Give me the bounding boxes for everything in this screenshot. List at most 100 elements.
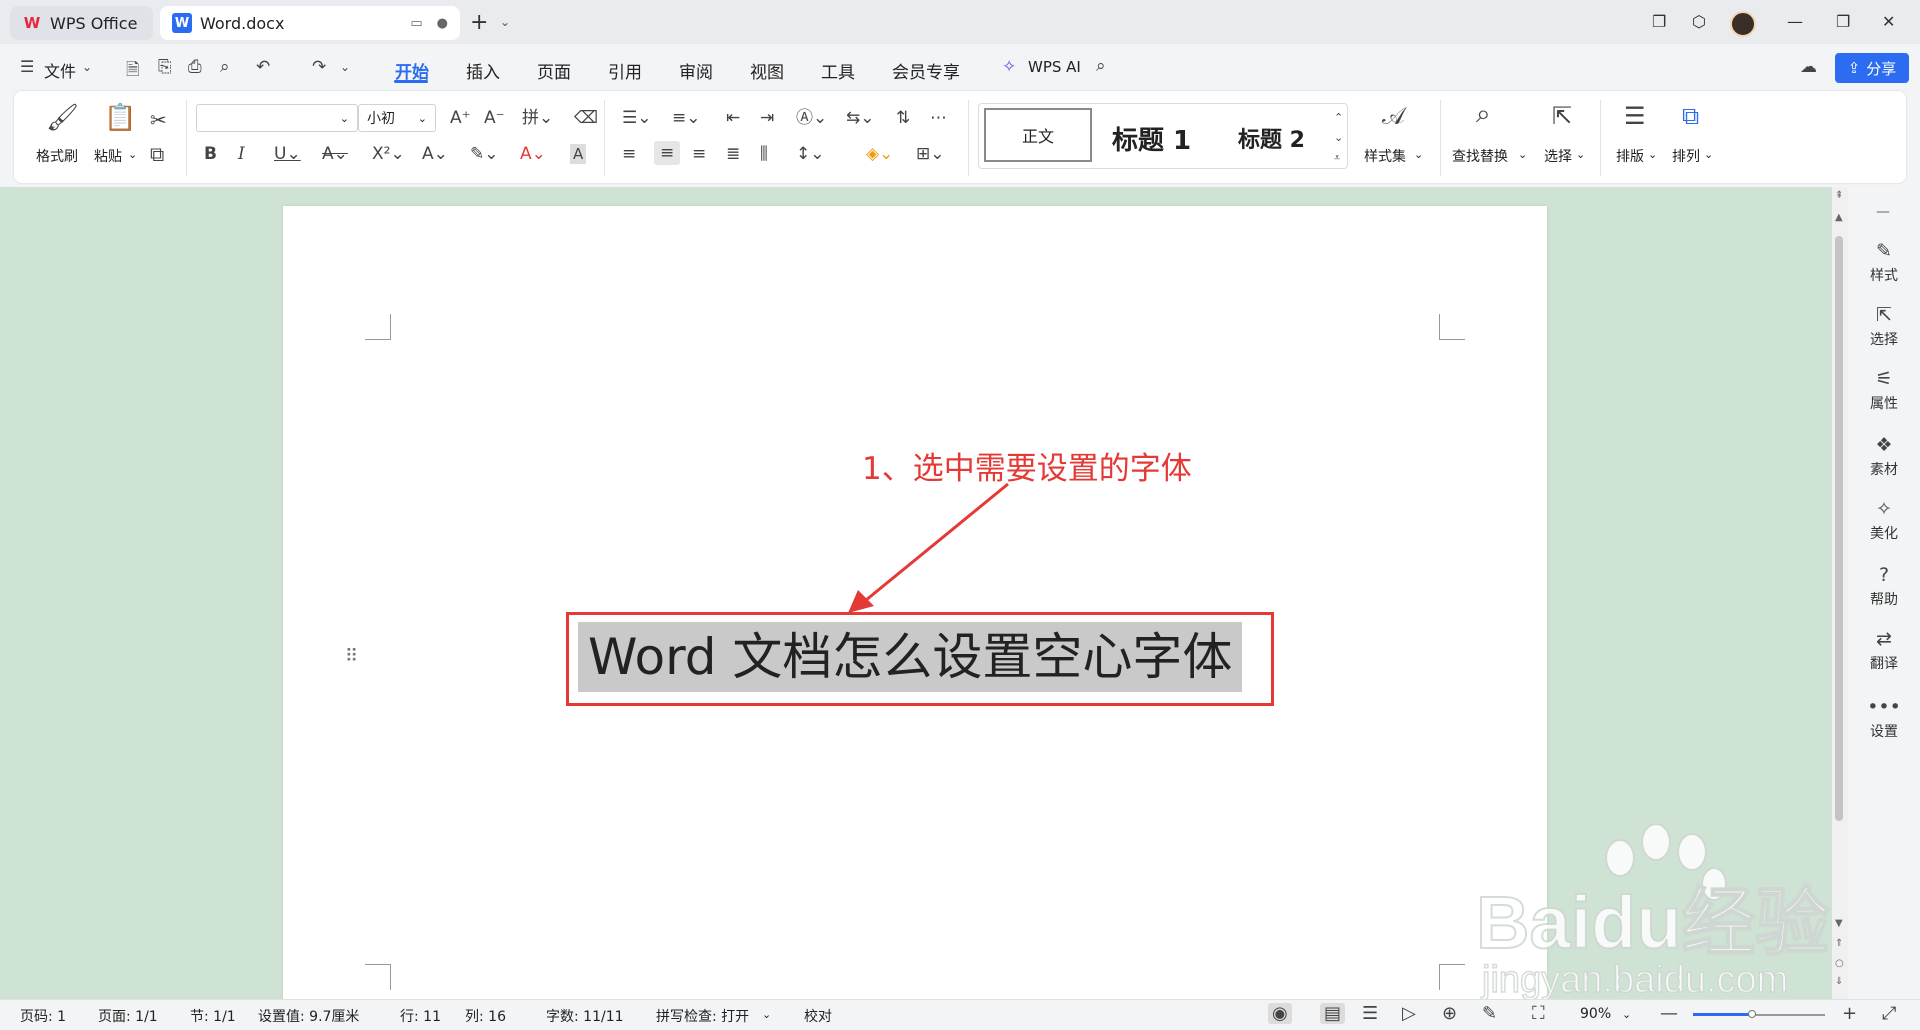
paste-chevron-icon[interactable]: ⌄ [128,148,137,161]
copy-icon[interactable]: ⧉ [150,144,164,164]
highlight-icon[interactable]: ✎⌄ [470,144,499,164]
print-preview-icon[interactable]: ⌕ [220,57,230,77]
menu-review[interactable]: 审阅 [679,58,713,83]
menu-membership[interactable]: 会员专享 [892,58,960,83]
panel-select[interactable]: ⇱ 选择 [1848,304,1920,349]
add-tab-icon[interactable]: + [470,12,488,34]
menu-insert[interactable]: 插入 [466,58,500,83]
paste-label[interactable]: 粘贴 [94,146,122,166]
browse-object-icon[interactable]: ○ [1835,958,1844,969]
style-normal[interactable]: 正文 [984,108,1092,162]
collapse-panel-icon[interactable]: — [1876,204,1890,220]
show-marks-icon[interactable]: ⋯ [930,108,947,128]
selected-document-text[interactable]: Word 文档怎么设置空心字体 [578,622,1243,692]
search-icon[interactable]: ⌕ [1096,56,1106,76]
export-icon[interactable]: ⎘ [158,57,172,77]
share-button[interactable]: ⇪ 分享 [1835,53,1909,83]
shrink-font-icon[interactable]: A⁻ [484,108,505,128]
format-painter-icon[interactable]: 🖌 [46,105,79,131]
customize-chevron-icon[interactable]: ⌄ [340,60,350,74]
bold-icon[interactable]: B [204,144,217,164]
paragraph-drag-handle-icon[interactable]: ⠿ [345,646,360,667]
find-replace-button[interactable]: 查找替换 [1452,146,1508,166]
wps-ai-button[interactable]: WPS AI [1028,58,1081,76]
bullet-list-icon[interactable]: ☰⌄ [622,108,651,128]
line-spacing-icon[interactable]: ↕⌄ [796,144,825,164]
menu-page[interactable]: 页面 [537,58,571,83]
superscript-icon[interactable]: X²⌄ [372,144,405,164]
close-icon[interactable]: ✕ [1882,12,1895,31]
panel-settings[interactable]: ••• 设置 [1848,696,1920,741]
redo-icon[interactable]: ↷ [312,57,326,77]
avatar[interactable] [1730,11,1756,37]
numbered-list-icon[interactable]: ≡⌄ [672,108,701,128]
grow-font-icon[interactable]: A⁺ [450,108,471,128]
chevron-down-icon[interactable]: ⌄ [1414,148,1423,161]
chevron-down-icon[interactable]: ⌄ [1648,148,1657,161]
panel-styles[interactable]: ✎ 样式 [1848,240,1920,285]
increase-indent-icon[interactable]: ⇥ [760,108,774,128]
status-row[interactable]: 行: 11 [400,1006,441,1026]
hamburger-icon[interactable]: ☰ [20,57,34,76]
justify-icon[interactable]: ≣ [726,144,740,164]
gallery-expand-icon[interactable]: ⩡ [1334,148,1340,168]
status-column[interactable]: 列: 16 [465,1006,506,1026]
print-icon[interactable]: ⎙ [188,57,202,77]
menu-view[interactable]: 视图 [750,58,784,83]
status-page-number[interactable]: 页码: 1 [20,1006,66,1026]
unsaved-dot-icon[interactable]: ● [437,16,448,31]
align-center-icon[interactable]: ≡ [654,141,681,165]
decrease-indent-icon[interactable]: ⇤ [726,108,740,128]
layout-button[interactable]: 排版 [1616,146,1644,166]
outline-view-icon[interactable]: ☰ [1362,1003,1378,1024]
strikethrough-icon[interactable]: A⌄ [322,144,348,164]
fit-window-icon[interactable]: ⛶ [1532,1003,1545,1024]
select-button[interactable]: 选择 [1544,146,1572,166]
status-setting-value[interactable]: 设置值: 9.7厘米 [258,1006,359,1026]
status-section[interactable]: 节: 1/1 [190,1006,236,1026]
window-layout-icon[interactable]: ❐ [1652,12,1666,31]
status-proofread[interactable]: 校对 [804,1006,832,1026]
tab-wps-office[interactable]: W WPS Office [10,6,153,40]
chevron-down-icon[interactable]: ⌄ [1576,148,1585,161]
style-set-icon[interactable]: 𝒜 [1382,104,1405,128]
fullscreen-icon[interactable]: ⤢ [1882,1003,1896,1024]
chevron-down-icon[interactable]: ⌄ [82,60,92,74]
next-page-icon[interactable]: ⇓ [1835,976,1843,987]
ltr-rtl-icon[interactable]: ⇆⌄ [846,108,875,128]
align-left-icon[interactable]: ≡ [622,144,636,164]
tab-word-docx[interactable]: W Word.docx ▭ ● [160,6,460,40]
select-cursor-icon[interactable]: ⇱ [1552,104,1572,128]
web-view-icon[interactable]: ⊕ [1442,1003,1457,1024]
distributed-icon[interactable]: ⫼ [760,144,768,164]
play-icon[interactable]: ▷ [1402,1003,1416,1024]
undo-icon[interactable]: ↶ [256,57,270,77]
scroll-top-icon[interactable]: ⇞ [1835,190,1843,201]
phonetic-guide-icon[interactable]: 拼⌄ [522,108,553,128]
shading-icon[interactable]: ◈⌄ [866,144,893,164]
prev-page-icon[interactable]: ⇑ [1835,938,1843,949]
panel-help[interactable]: ? 帮助 [1848,564,1920,609]
save-icon[interactable]: 🗎 [126,57,140,86]
zoom-out-icon[interactable]: — [1660,1003,1678,1024]
style-set-button[interactable]: 样式集 [1364,146,1406,166]
font-color-icon[interactable]: A⌄ [520,144,546,164]
zoom-in-icon[interactable]: + [1842,1003,1857,1024]
char-shading-icon[interactable]: A [570,144,587,164]
zoom-level[interactable]: 90% [1580,1006,1611,1022]
pen-write-icon[interactable]: ✎ [1482,1003,1497,1024]
file-menu[interactable]: 文件 [44,58,76,82]
text-direction-icon[interactable]: Ⓐ⌄ [796,108,827,128]
clear-format-icon[interactable]: ⌫ [574,108,598,128]
panel-materials[interactable]: ❖ 素材 [1848,434,1920,479]
scrollbar-thumb[interactable] [1835,236,1843,821]
gallery-up-icon[interactable]: ⌃ [1334,108,1343,128]
restore-icon[interactable]: ❐ [1836,12,1850,31]
panel-beautify[interactable]: ✧ 美化 [1848,498,1920,543]
arrange-button[interactable]: 排列 [1672,146,1700,166]
status-page[interactable]: 页面: 1/1 [98,1006,158,1026]
layout-icon[interactable]: ☰ [1624,104,1646,128]
cut-icon[interactable]: ✂ [150,110,167,130]
cube-icon[interactable]: ⬡ [1692,12,1706,31]
wps-ai-icon[interactable]: ✧ [1002,57,1016,77]
